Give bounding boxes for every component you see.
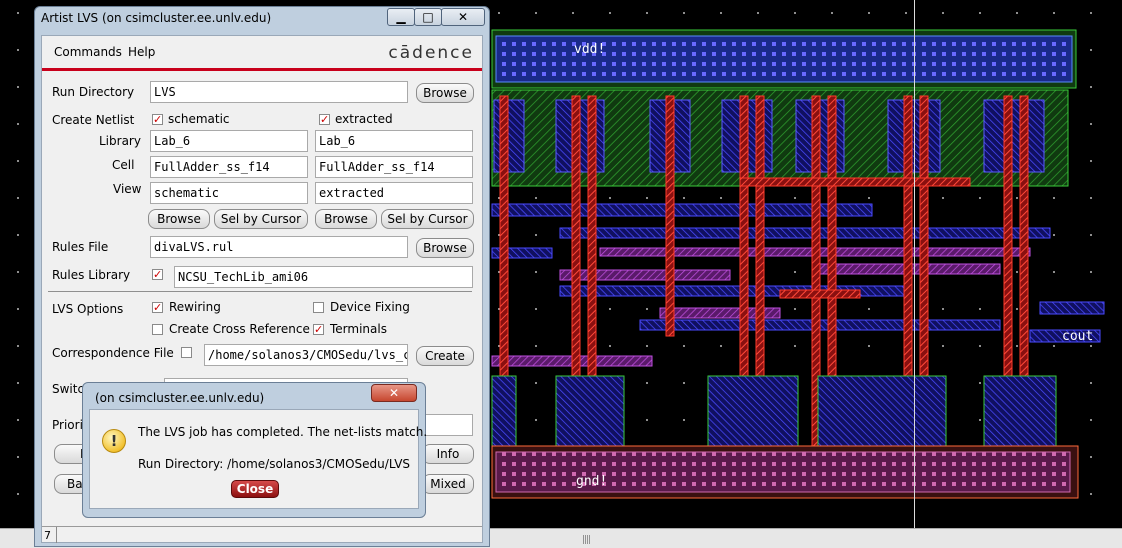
status-bar: 7	[42, 526, 482, 543]
window-title: Artist LVS (on csimcluster.ee.unlv.edu)	[41, 11, 272, 25]
run-directory-browse-button[interactable]: Browse	[416, 83, 474, 103]
status-divider	[56, 527, 57, 543]
rules-library-input[interactable]: NCSU_TechLib_ami06	[174, 266, 473, 288]
maximize-button[interactable]: □	[414, 8, 442, 26]
extracted-view-input[interactable]: extracted	[315, 182, 473, 204]
dialog-close-button[interactable]: Close	[231, 480, 279, 498]
menu-commands[interactable]: Commands	[54, 45, 122, 59]
dialog-body: ! The LVS job has completed. The net-lis…	[89, 409, 427, 509]
schematic-checkbox[interactable]: ✓	[152, 114, 163, 125]
rewiring-checkbox[interactable]: ✓	[152, 302, 163, 313]
rules-file-browse-button[interactable]: Browse	[416, 238, 474, 258]
cross-reference-label: Create Cross Reference	[169, 322, 310, 336]
run-directory-input[interactable]: LVS	[150, 81, 408, 103]
info-warning-icon: !	[102, 429, 126, 453]
extracted-browse-button[interactable]: Browse	[315, 209, 377, 229]
dialog-title: (on csimcluster.ee.unlv.edu)	[95, 391, 265, 405]
extracted-checkbox[interactable]: ✓	[319, 114, 330, 125]
rules-library-checkbox[interactable]: ✓	[152, 269, 163, 280]
lvs-options-label: LVS Options	[52, 302, 124, 316]
cell-label: Cell	[112, 158, 135, 172]
status-number: 7	[44, 529, 51, 542]
terminals-checkbox[interactable]: ✓	[313, 324, 324, 335]
mixed-button[interactable]: Mixed	[422, 474, 474, 494]
info-button[interactable]: Info	[422, 444, 474, 464]
create-button[interactable]: Create	[416, 346, 474, 366]
rewiring-label: Rewiring	[169, 300, 221, 314]
rules-file-label: Rules File	[52, 240, 109, 254]
correspondence-file-input[interactable]: /home/solanos3/CMOSedu/lvs_c	[204, 344, 408, 366]
window-close-button[interactable]: ✕	[441, 8, 485, 26]
menu-help[interactable]: Help	[128, 45, 155, 59]
correspondence-file-label: Correspondence File	[52, 346, 174, 360]
dialog-close-x-button[interactable]: ✕	[371, 384, 417, 402]
rules-file-input[interactable]: divaLVS.rul	[150, 236, 408, 258]
extracted-library-input[interactable]: Lab_6	[315, 130, 473, 152]
correspondence-checkbox[interactable]	[181, 347, 192, 358]
dialog-message: The LVS job has completed. The net-lists…	[138, 425, 428, 439]
device-fixing-checkbox[interactable]	[313, 302, 324, 313]
view-label: View	[113, 182, 142, 196]
schematic-cell-input[interactable]: FullAdder_ss_f14	[150, 156, 308, 178]
cross-reference-checkbox[interactable]	[152, 324, 163, 335]
run-directory-label: Run Directory	[52, 85, 135, 99]
scrollbar-grip-icon[interactable]: ||||	[582, 535, 591, 545]
extracted-cell-input[interactable]: FullAdder_ss_f14	[315, 156, 473, 178]
device-fixing-label: Device Fixing	[330, 300, 410, 314]
schematic-browse-button[interactable]: Browse	[148, 209, 210, 229]
separator	[48, 291, 472, 292]
lvs-complete-dialog: (on csimcluster.ee.unlv.edu) ✕ ! The LVS…	[82, 382, 427, 518]
extracted-check-label: extracted	[335, 112, 393, 126]
gnd-label: gnd!	[576, 474, 608, 489]
library-label: Library	[99, 134, 141, 148]
schematic-view-input[interactable]: schematic	[150, 182, 308, 204]
minimize-button[interactable]: ▁	[387, 8, 415, 26]
schematic-library-input[interactable]: Lab_6	[150, 130, 308, 152]
schematic-check-label: schematic	[168, 112, 230, 126]
vdd-label: vdd!	[574, 42, 606, 57]
menu-bar: Commands Help cādence	[42, 36, 482, 68]
dialog-run-directory: Run Directory: /home/solanos3/CMOSedu/LV…	[138, 457, 411, 471]
accent-divider	[42, 68, 482, 71]
create-netlist-label: Create Netlist	[52, 113, 135, 127]
cursor-crosshair-line	[914, 0, 915, 528]
extracted-sel-by-cursor-button[interactable]: Sel by Cursor	[381, 209, 474, 229]
cadence-logo: cādence	[388, 43, 474, 63]
schematic-sel-by-cursor-button[interactable]: Sel by Cursor	[214, 209, 308, 229]
rules-library-label: Rules Library	[52, 268, 131, 282]
terminals-label: Terminals	[330, 322, 387, 336]
cout-label: cout	[1062, 329, 1094, 344]
